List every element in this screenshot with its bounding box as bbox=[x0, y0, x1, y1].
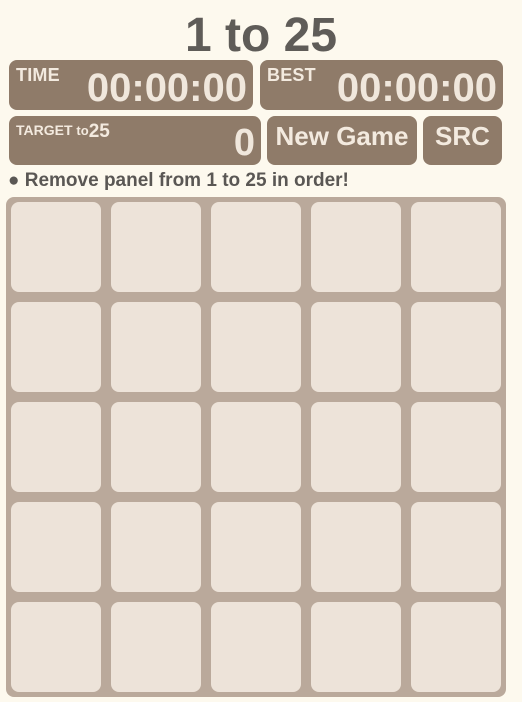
board-tile[interactable] bbox=[11, 302, 101, 392]
time-label: TIME bbox=[16, 65, 60, 85]
board-tile[interactable] bbox=[111, 602, 201, 692]
board-tile[interactable] bbox=[411, 202, 501, 292]
target-value: 0 bbox=[233, 122, 255, 164]
game-page: 1 to 25 TIME 00:00:00 BEST 00:00:00 TARG… bbox=[0, 0, 522, 702]
src-button[interactable]: SRC bbox=[423, 116, 502, 165]
new-game-button[interactable]: New Game bbox=[267, 116, 417, 165]
board-tile[interactable] bbox=[11, 602, 101, 692]
board-tile[interactable] bbox=[311, 302, 401, 392]
board-tile[interactable] bbox=[411, 402, 501, 492]
target-panel: TARGET to25 0 bbox=[9, 116, 261, 165]
board-tile[interactable] bbox=[211, 602, 301, 692]
board-tile[interactable] bbox=[111, 202, 201, 292]
instruction-text: ● Remove panel from 1 to 25 in order! bbox=[8, 170, 349, 191]
board-tile[interactable] bbox=[211, 302, 301, 392]
best-value: 00:00:00 bbox=[336, 66, 497, 110]
board-tile[interactable] bbox=[111, 502, 201, 592]
board-tile[interactable] bbox=[11, 402, 101, 492]
board-tile[interactable] bbox=[411, 302, 501, 392]
board-tile[interactable] bbox=[311, 502, 401, 592]
time-panel: TIME 00:00:00 bbox=[9, 60, 253, 110]
target-label: TARGET bbox=[16, 122, 73, 138]
game-title: 1 to 25 bbox=[184, 9, 338, 62]
board-tile[interactable] bbox=[311, 402, 401, 492]
target-label-group: TARGET to25 bbox=[16, 121, 110, 142]
target-to-label: to bbox=[76, 123, 89, 138]
board-tile[interactable] bbox=[11, 502, 101, 592]
board-tile[interactable] bbox=[411, 502, 501, 592]
board-tile[interactable] bbox=[11, 202, 101, 292]
board-tile[interactable] bbox=[311, 202, 401, 292]
board-tile[interactable] bbox=[311, 602, 401, 692]
board-tile[interactable] bbox=[111, 302, 201, 392]
board-tile[interactable] bbox=[211, 502, 301, 592]
board-tile[interactable] bbox=[211, 402, 301, 492]
target-max: 25 bbox=[88, 121, 110, 142]
board-tile[interactable] bbox=[411, 602, 501, 692]
best-panel: BEST 00:00:00 bbox=[260, 60, 503, 110]
board-tile[interactable] bbox=[211, 202, 301, 292]
time-value: 00:00:00 bbox=[86, 66, 247, 110]
game-board bbox=[6, 197, 506, 697]
best-label: BEST bbox=[267, 65, 316, 85]
board-tile[interactable] bbox=[111, 402, 201, 492]
